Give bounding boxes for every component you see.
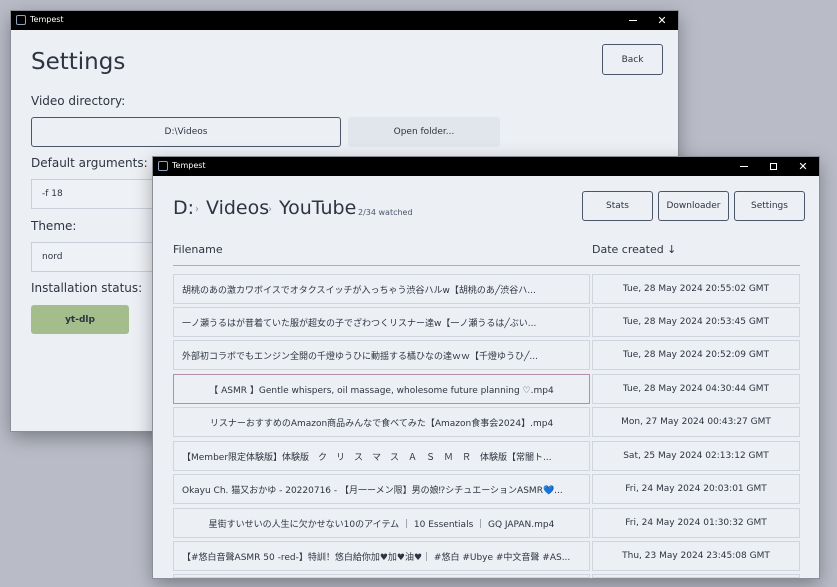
minimize-icon[interactable] [730,157,758,176]
downloader-button[interactable]: Downloader [658,191,729,221]
date-cell[interactable]: Sat, 25 May 2024 02:13:12 GMT [592,441,800,471]
date-cell[interactable]: Tue, 28 May 2024 04:30:44 GMT [592,374,800,404]
filename-cell[interactable]: リスナーおすすめのAmazon商品みんなで食べてみた【Amazon食事会2024… [173,407,590,437]
breadcrumb-drive[interactable]: D: [173,197,194,219]
app-icon [158,161,168,171]
close-icon[interactable]: ✕ [648,11,676,30]
header-divider [173,265,800,266]
date-cell[interactable]: Tue, 28 May 2024 20:55:02 GMT [592,274,800,304]
back-button[interactable]: Back [602,44,663,75]
breadcrumb-youtube[interactable]: YouTube [279,197,356,219]
date-cell[interactable]: Tue, 28 May 2024 20:53:45 GMT [592,307,800,337]
app-icon [16,15,26,25]
date-cell[interactable]: Thu, 23 May 2024 23:45:08 GMT [592,541,800,571]
breadcrumb-separator-icon: › [195,204,199,215]
page-title: Settings [31,49,126,75]
window-title: Tempest [172,161,206,170]
breadcrumb-separator-icon: › [268,204,272,215]
filename-cell[interactable]: Okayu Ch. 猫又おかゆ - 20220716 - 【月一ーメン限】男の娘… [173,474,590,504]
close-icon[interactable]: ✕ [789,157,817,176]
installation-status-label: Installation status: [31,281,143,295]
video-directory-label: Video directory: [31,94,126,108]
status-badge: yt-dlp [31,305,129,334]
title-bar[interactable]: Tempest ✕ [11,11,678,30]
settings-button[interactable]: Settings [734,191,805,221]
filename-cell-partial[interactable] [173,574,590,578]
date-cell[interactable]: Fri, 24 May 2024 20:03:01 GMT [592,474,800,504]
video-directory-field[interactable]: D:\Videos [31,117,341,147]
watched-count: 2/34 watched [358,208,413,217]
stats-button[interactable]: Stats [582,191,653,221]
maximize-icon[interactable] [759,157,787,176]
filename-cell-selected[interactable]: 【 ASMR 】Gentle whispers, oil massage, wh… [173,374,590,404]
date-cell-partial[interactable] [592,574,800,578]
breadcrumb-videos[interactable]: Videos [206,197,269,219]
date-cell[interactable]: Tue, 28 May 2024 20:52:09 GMT [592,340,800,370]
video-list-window: Tempest ✕ D: › Videos › YouTube 2/34 wat… [153,157,819,578]
filename-cell[interactable]: 星街すいせいの人生に欠かせない10のアイテム ｜ 10 Essentials ｜… [173,508,590,538]
filename-cell[interactable]: 外部初コラボでもエンジン全開の千燈ゆうひに動揺する橘ひなの達ｗｗ【千燈ゆうひ╱.… [173,340,590,370]
title-bar[interactable]: Tempest ✕ [153,157,819,176]
window-title: Tempest [30,15,64,24]
filename-cell[interactable]: 【Member限定体験版】体験版 ク リ ス マ ス Ａ Ｓ Ｍ Ｒ 体験版【常… [173,441,590,471]
maximize-icon[interactable] [618,11,646,30]
default-arguments-label: Default arguments: [31,156,148,170]
date-created-column-header[interactable]: Date created ↓ [592,243,676,256]
filename-cell[interactable]: 一ノ瀬うるはが昔着ていた服が超女の子でざわつくリスナー達w【一ノ瀬うるは╱ぶい.… [173,307,590,337]
theme-label: Theme: [31,219,77,233]
filename-cell[interactable]: 胡桃のあの激カワボイスでオタクスイッチが入っちゃう渋谷ハルw【胡桃のあ╱渋谷ハ.… [173,274,590,304]
open-folder-button[interactable]: Open folder... [348,117,500,147]
filename-column-header[interactable]: Filename [173,243,223,256]
filename-cell[interactable]: 【#悠白音聲ASMR 50 -red-】特訓！悠白給你加♥加♥油♥｜ #悠白 #… [173,541,590,571]
date-cell[interactable]: Fri, 24 May 2024 01:30:32 GMT [592,508,800,538]
date-cell[interactable]: Mon, 27 May 2024 00:43:27 GMT [592,407,800,437]
